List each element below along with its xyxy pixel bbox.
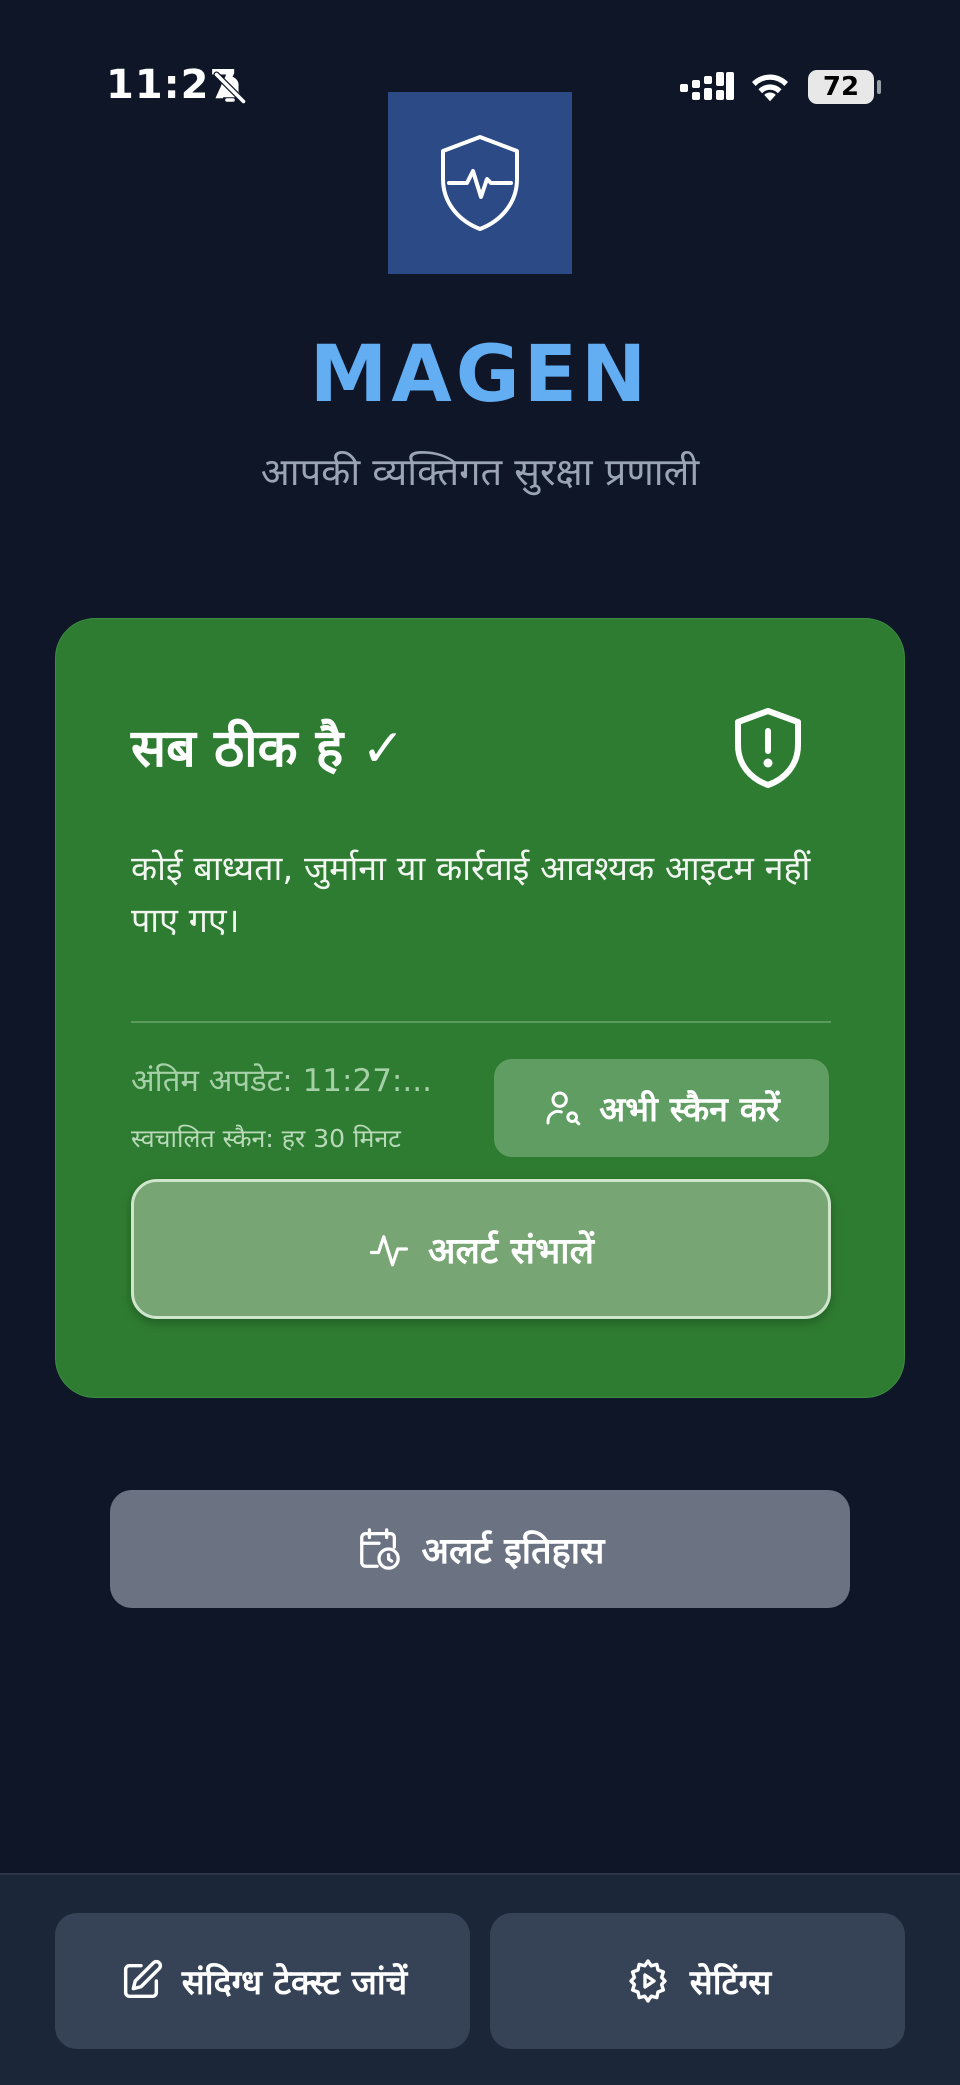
- settings-label: सेटिंग्स: [689, 1963, 772, 2003]
- wifi-icon: [752, 74, 788, 102]
- battery-tip: [877, 80, 881, 94]
- alert-history-label: अलर्ट इतिहास: [421, 1530, 605, 1572]
- alert-history-button[interactable]: अलर्ट इतिहास: [110, 1490, 850, 1608]
- check-suspicious-text-label: संदिग्ध टेक्स्ट जांचें: [181, 1963, 408, 2003]
- shield-pulse-icon: [441, 135, 519, 231]
- bottom-action-bar: संदिग्ध टेक्स्ट जांचें सेटिंग्स: [0, 1873, 960, 2085]
- settings-button[interactable]: सेटिंग्स: [490, 1913, 905, 2049]
- edit-icon: [123, 1959, 162, 1999]
- auto-scan-text: स्वचालित स्कैन: हर 30 मिनट: [131, 1124, 401, 1153]
- signal-icon: [680, 72, 734, 100]
- handle-alerts-label: अलर्ट संभालें: [428, 1230, 594, 1272]
- activity-icon: [369, 1235, 409, 1267]
- shield-alert-icon: [735, 708, 801, 788]
- scan-now-label: अभी स्कैन करें: [599, 1090, 780, 1130]
- bell-slash-icon: [213, 71, 247, 105]
- handle-alerts-button[interactable]: अलर्ट संभालें: [131, 1179, 831, 1319]
- status-card: सब ठीक है ✓ कोई बाध्यता, जुर्माना या कार…: [55, 618, 905, 1398]
- last-update-text: अंतिम अपडेट: 11:27:...: [131, 1063, 432, 1099]
- status-heading: सब ठीक है ✓: [131, 719, 405, 779]
- check-suspicious-text-button[interactable]: संदिग्ध टेक्स्ट जांचें: [55, 1913, 470, 2049]
- gear-icon: [629, 1959, 667, 2003]
- scan-now-button[interactable]: अभी स्कैन करें: [494, 1059, 829, 1157]
- calendar-clock-icon: [359, 1528, 400, 1570]
- user-search-icon: [546, 1091, 581, 1126]
- app-subtitle: आपकी व्यक्तिगत सुरक्षा प्रणाली: [260, 450, 700, 494]
- status-description: कोई बाध्यता, जुर्माना या कार्रवाई आवश्यक…: [131, 849, 811, 941]
- app-logo: [388, 92, 572, 274]
- battery-icon: 72: [808, 70, 874, 104]
- app-title: MAGEN: [309, 330, 651, 420]
- card-divider: [131, 1021, 831, 1023]
